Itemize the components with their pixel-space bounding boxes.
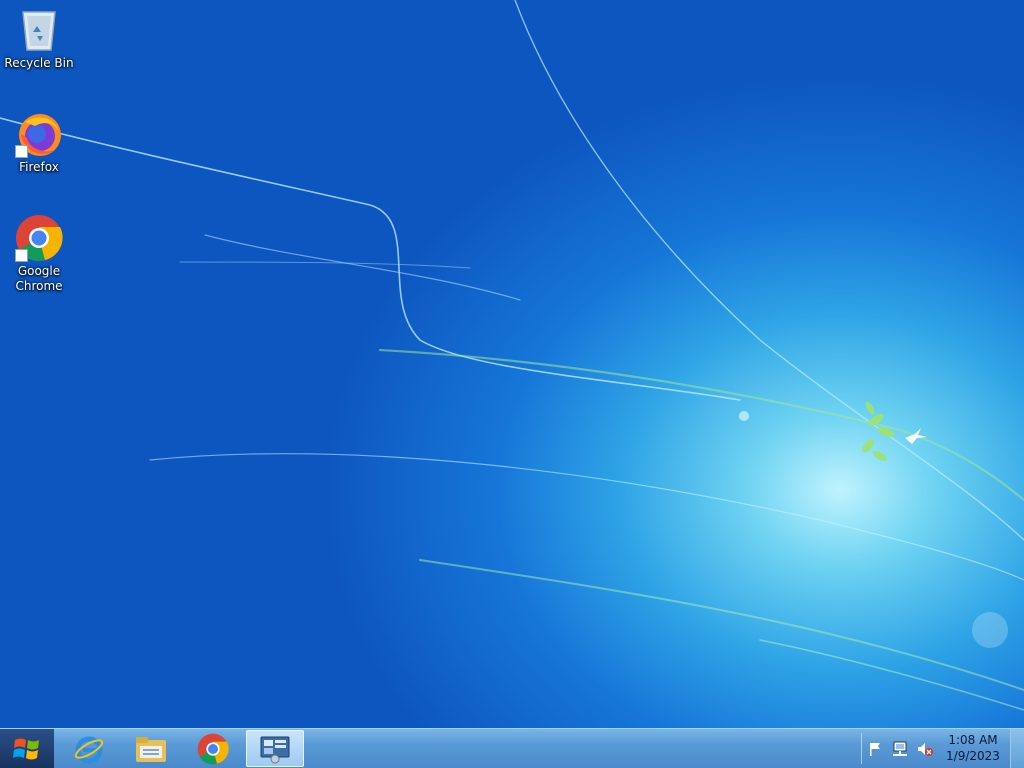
internet-explorer-icon [74,736,104,763]
clock[interactable]: 1:08 AM 1/9/2023 [940,732,1006,764]
desktop-icon-recycle-bin[interactable]: Recycle Bin [1,6,77,71]
system-tray [860,729,935,768]
shortcut-arrow-icon [15,145,28,158]
desktop-icon-google-chrome[interactable]: Google Chrome [1,214,77,294]
show-desktop-button[interactable] [1010,729,1024,768]
server-manager-icon [260,736,290,763]
taskbar-internet-explorer[interactable] [60,730,118,767]
desktop-icon-firefox[interactable]: Firefox [1,110,77,175]
start-button[interactable] [0,729,54,768]
desktop-icon-label: Firefox [19,160,59,174]
taskbar-file-explorer[interactable] [122,730,180,767]
desktop-icon-label: Recycle Bin [4,56,74,70]
recycle-bin-icon [22,11,56,51]
windows-logo-icon [13,738,39,759]
chrome-icon [197,733,229,764]
action-center-flag-icon[interactable] [865,739,885,759]
wallpaper [0,0,1024,711]
taskbar-google-chrome[interactable] [184,730,242,767]
desktop-icon-label: Google Chrome [15,264,63,293]
taskbar: 1:08 AM 1/9/2023 [0,728,1024,768]
shortcut-arrow-icon [15,249,28,262]
network-icon[interactable] [890,739,910,759]
file-explorer-icon [136,736,166,762]
clock-time: 1:08 AM [948,733,998,747]
clock-date: 1/9/2023 [946,749,1000,763]
volume-muted-icon[interactable] [915,739,935,759]
taskbar-server-manager[interactable] [246,730,304,767]
